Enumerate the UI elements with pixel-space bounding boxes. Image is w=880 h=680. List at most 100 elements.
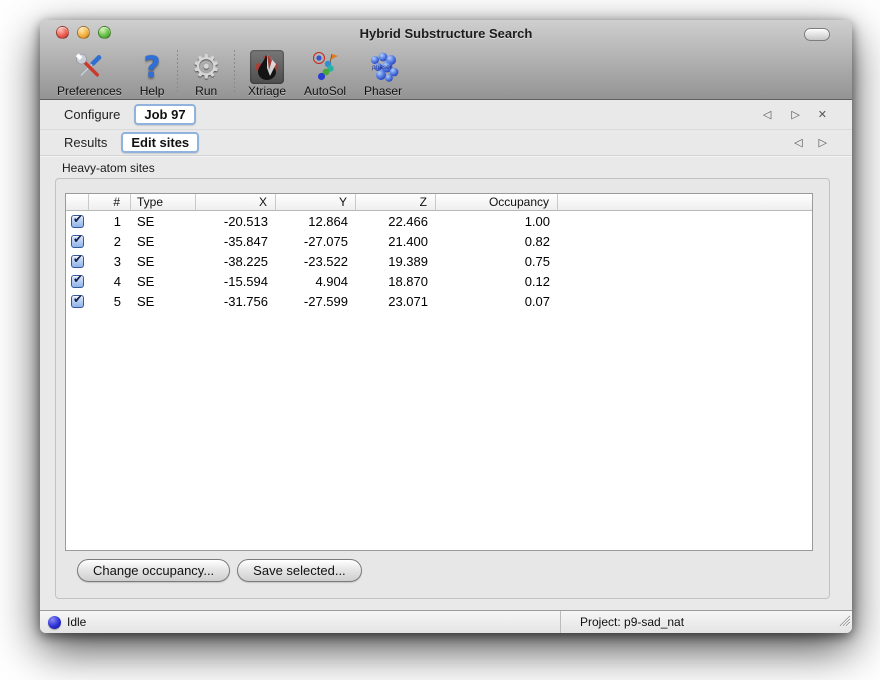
toolbar-toggle-pill-button[interactable] (804, 28, 830, 41)
site-z-cell: 18.870 (356, 274, 436, 289)
site-type-cell: SE (131, 274, 196, 289)
phaser-spheres-icon: phaser (366, 49, 400, 85)
main-tab-nav: ◁ ▷ ✕ (760, 100, 830, 129)
crossed-tools-icon (71, 49, 107, 85)
table-actions: Change occupancy... Save selected... (77, 559, 814, 582)
phaser-label: Phaser (364, 85, 402, 98)
site-type-cell: SE (131, 294, 196, 309)
xtriage-drop-icon (250, 49, 284, 85)
minimize-window-button[interactable] (77, 26, 90, 39)
tab-job-97[interactable]: Job 97 (134, 104, 195, 125)
toolbar: Preferences ? Help ⚙ Run (40, 46, 852, 100)
header-x[interactable]: X (196, 194, 276, 210)
site-x-cell: -38.225 (196, 254, 276, 269)
header-occupancy[interactable]: Occupancy (436, 194, 558, 210)
site-y-cell: 12.864 (276, 214, 356, 229)
status-bar: Idle Project: p9-sad_nat (40, 610, 852, 633)
site-occupancy-cell: 0.75 (436, 254, 558, 269)
status-separator (560, 611, 561, 633)
header-type[interactable]: Type (131, 194, 196, 210)
tab-nav-left-icon[interactable]: ◁ (760, 108, 774, 121)
site-occupancy-cell: 1.00 (436, 214, 558, 229)
xtriage-label: Xtriage (248, 85, 286, 98)
site-occupancy-cell: 0.82 (436, 234, 558, 249)
sub-tab-bar: Results Edit sites ◁ ▷ (40, 130, 852, 156)
table-row[interactable]: 1 SE -20.513 12.864 22.466 1.00 (66, 211, 812, 231)
site-num-cell: 1 (89, 214, 131, 229)
help-label: Help (140, 85, 165, 98)
site-checkbox[interactable] (71, 275, 84, 288)
site-num-cell: 4 (89, 274, 131, 289)
run-label: Run (195, 85, 217, 98)
sub-tab-nav: ◁ ▷ (791, 130, 830, 155)
main-tab-bar: Configure Job 97 ◁ ▷ ✕ (40, 100, 852, 130)
titlebar[interactable]: Hybrid Substructure Search (40, 20, 852, 46)
run-button[interactable]: ⚙ Run (182, 48, 230, 98)
header-checkbox-col[interactable] (66, 194, 89, 210)
xtriage-button[interactable]: Xtriage (239, 48, 295, 98)
autosol-label: AutoSol (304, 85, 346, 98)
header-z[interactable]: Z (356, 194, 436, 210)
site-occupancy-cell: 0.12 (436, 274, 558, 289)
site-checkbox[interactable] (71, 235, 84, 248)
window-title: Hybrid Substructure Search (40, 26, 852, 41)
zoom-window-button[interactable] (98, 26, 111, 39)
change-occupancy-button[interactable]: Change occupancy... (77, 559, 230, 582)
site-x-cell: -35.847 (196, 234, 276, 249)
header-y[interactable]: Y (276, 194, 356, 210)
tab-edit-sites[interactable]: Edit sites (121, 132, 199, 153)
close-window-button[interactable] (56, 26, 69, 39)
site-y-cell: 4.904 (276, 274, 356, 289)
status-idle-icon (48, 616, 61, 629)
site-y-cell: -27.075 (276, 234, 356, 249)
autosol-spiral-icon (309, 49, 341, 85)
header-num[interactable]: # (89, 194, 131, 210)
help-button[interactable]: ? Help (131, 48, 174, 98)
header-filler (558, 194, 812, 210)
autosol-button[interactable]: AutoSol (295, 48, 355, 98)
site-z-cell: 19.389 (356, 254, 436, 269)
sites-table-header: # Type X Y Z Occupancy (66, 194, 812, 211)
phaser-icon-text: phaser (371, 64, 393, 71)
site-z-cell: 23.071 (356, 294, 436, 309)
table-row[interactable]: 4 SE -15.594 4.904 18.870 0.12 (66, 271, 812, 291)
save-selected-button[interactable]: Save selected... (237, 559, 362, 582)
tab-close-icon[interactable]: ✕ (815, 108, 830, 121)
site-y-cell: -23.522 (276, 254, 356, 269)
site-occupancy-cell: 0.07 (436, 294, 558, 309)
site-checkbox[interactable] (71, 255, 84, 268)
site-type-cell: SE (131, 254, 196, 269)
table-row[interactable]: 3 SE -38.225 -23.522 19.389 0.75 (66, 251, 812, 271)
site-checkbox[interactable] (71, 295, 84, 308)
site-y-cell: -27.599 (276, 294, 356, 309)
project-label: Project: p9-sad_nat (580, 615, 684, 629)
resize-grip[interactable] (837, 613, 850, 631)
table-row[interactable]: 5 SE -31.756 -27.599 23.071 0.07 (66, 291, 812, 311)
subtab-nav-left-icon[interactable]: ◁ (791, 136, 805, 149)
content-area: Configure Job 97 ◁ ▷ ✕ Results Edit site… (40, 100, 852, 610)
site-num-cell: 3 (89, 254, 131, 269)
toolbar-separator (177, 50, 178, 94)
phaser-button[interactable]: phaser Phaser (355, 48, 411, 98)
preferences-button[interactable]: Preferences (48, 48, 131, 98)
sites-table: # Type X Y Z Occupancy 1 SE -20.513 12.8… (65, 193, 813, 551)
tab-results[interactable]: Results (58, 133, 113, 152)
site-z-cell: 21.400 (356, 234, 436, 249)
table-row[interactable]: 2 SE -35.847 -27.075 21.400 0.82 (66, 231, 812, 251)
subtab-nav-right-icon[interactable]: ▷ (816, 136, 830, 149)
tab-nav-right-icon[interactable]: ▷ (788, 108, 802, 121)
section-title: Heavy-atom sites (40, 156, 852, 178)
toolbar-separator (234, 50, 235, 94)
site-type-cell: SE (131, 234, 196, 249)
gear-icon: ⚙ (191, 49, 221, 85)
heavy-atom-sites-groupbox: # Type X Y Z Occupancy 1 SE -20.513 12.8… (55, 178, 830, 599)
tab-configure[interactable]: Configure (58, 105, 126, 124)
site-num-cell: 5 (89, 294, 131, 309)
site-checkbox[interactable] (71, 215, 84, 228)
app-window: Hybrid Substructure Search (40, 20, 852, 633)
site-num-cell: 2 (89, 234, 131, 249)
site-x-cell: -20.513 (196, 214, 276, 229)
traffic-lights (56, 26, 111, 39)
site-x-cell: -31.756 (196, 294, 276, 309)
question-mark-icon: ? (144, 49, 161, 85)
